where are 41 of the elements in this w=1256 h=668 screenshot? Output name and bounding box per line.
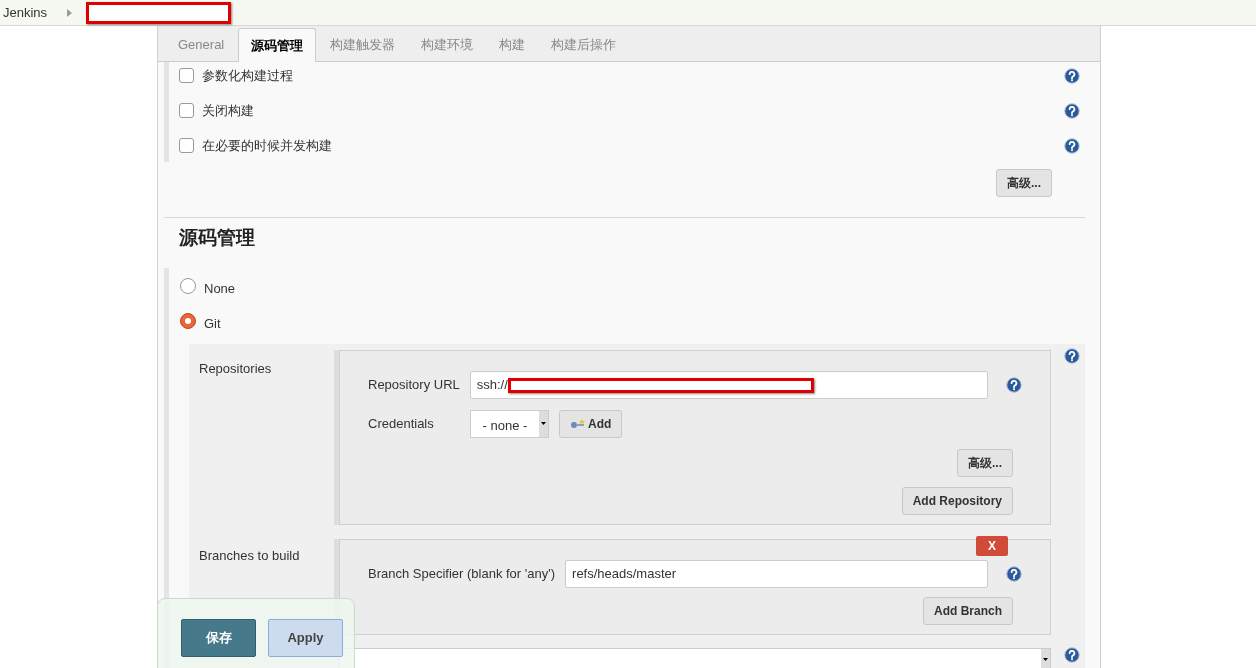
checkbox[interactable] xyxy=(179,68,194,83)
field-label: Branch Specifier (blank for 'any') xyxy=(368,565,556,584)
tab[interactable]: 源码管理 xyxy=(238,28,317,62)
add-repository-button[interactable]: Add Repository xyxy=(901,487,1013,515)
radio-button[interactable] xyxy=(180,277,196,294)
advanced-button[interactable]: 高级... xyxy=(996,169,1052,197)
select-field[interactable]: - none - xyxy=(470,410,549,438)
radio-label: Git xyxy=(204,314,221,333)
field-label: Credentials xyxy=(368,415,435,434)
section-title: 源码管理 xyxy=(178,226,256,250)
key-icon xyxy=(570,418,586,430)
add-credentials-button[interactable]: Add xyxy=(559,410,623,438)
checkbox[interactable] xyxy=(179,103,194,118)
field-label: Branches to build xyxy=(199,548,300,563)
checkbox[interactable] xyxy=(179,138,194,153)
help-icon[interactable] xyxy=(1006,377,1022,393)
advanced-button[interactable]: 高级... xyxy=(957,449,1013,477)
help-icon[interactable] xyxy=(1064,102,1080,119)
help-icon[interactable] xyxy=(1006,566,1022,582)
field-value: ssh:// xyxy=(476,376,508,395)
help-icon[interactable] xyxy=(1064,67,1080,84)
breadcrumb-link[interactable]: Jenkins xyxy=(0,2,68,23)
save-button[interactable]: 保存 xyxy=(181,619,256,657)
help-icon[interactable] xyxy=(1064,137,1080,154)
checkbox-label: 参数化构建过程 xyxy=(202,66,294,85)
add-branch-button[interactable]: Add Branch xyxy=(923,597,1013,625)
help-icon[interactable] xyxy=(1064,647,1080,663)
radio-label: None xyxy=(204,279,236,298)
field-label: Repository URL xyxy=(368,376,460,395)
delete-button[interactable]: X xyxy=(976,536,1008,556)
caret-icon xyxy=(67,8,73,17)
input-field[interactable]: ssh:// xyxy=(469,371,988,399)
checkbox-label: 关闭构建 xyxy=(202,101,255,120)
input-field[interactable]: refs/heads/master xyxy=(565,560,988,588)
field-value: refs/heads/master xyxy=(572,565,677,584)
help-icon[interactable] xyxy=(1064,348,1080,364)
radio-button[interactable] xyxy=(180,312,196,329)
apply-button[interactable]: Apply xyxy=(268,619,343,657)
checkbox-label: 在必要的时候并发构建 xyxy=(202,136,333,155)
field-label: Repositories xyxy=(199,361,272,376)
dropdown-arrow-icon xyxy=(1041,649,1050,668)
